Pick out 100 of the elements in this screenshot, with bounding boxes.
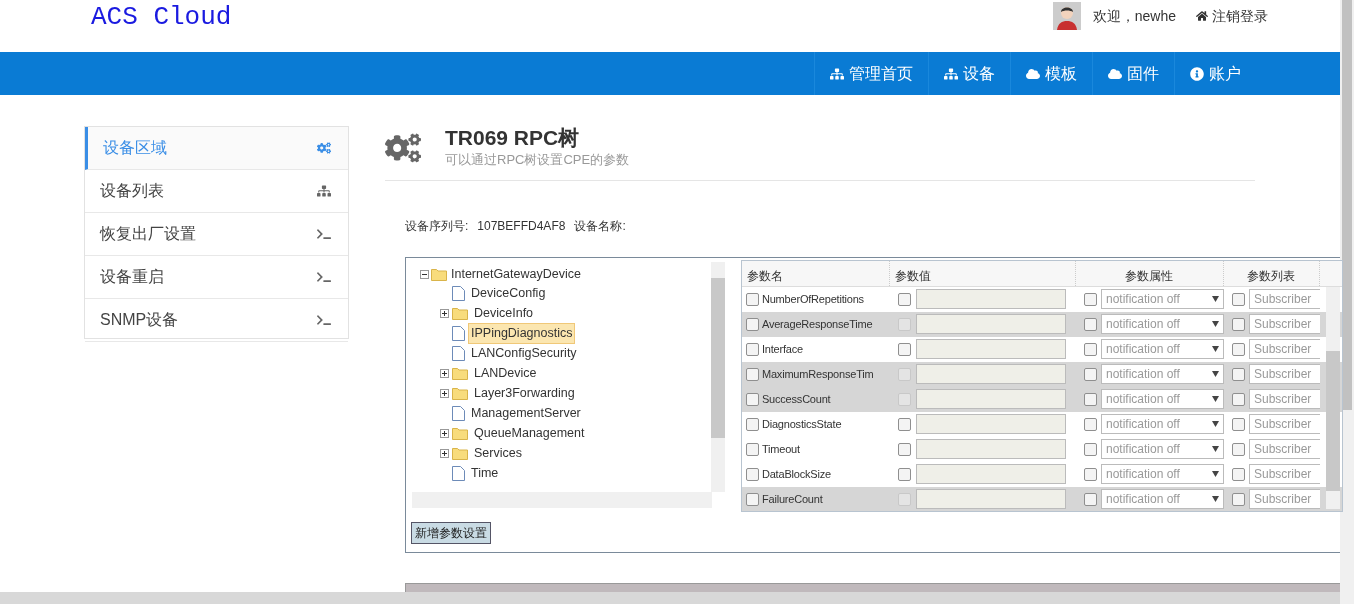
expand-icon[interactable] — [440, 429, 449, 438]
access-select[interactable]: Subscriber — [1248, 289, 1320, 309]
access-select[interactable]: Subscriber — [1248, 389, 1320, 409]
checkbox[interactable] — [745, 392, 759, 406]
folder-icon — [452, 367, 468, 380]
nav-item[interactable]: 设备 — [928, 52, 1010, 95]
nav-item[interactable]: 账户 — [1174, 52, 1256, 95]
value-field[interactable] — [915, 339, 1066, 359]
checkbox[interactable] — [745, 292, 759, 306]
checkbox[interactable] — [897, 292, 911, 306]
tree-node[interactable]: Layer3Forwarding — [471, 383, 578, 404]
checkbox[interactable] — [745, 467, 759, 481]
checkbox[interactable] — [745, 342, 759, 356]
nav-item[interactable]: 固件 — [1092, 52, 1174, 95]
sidebar-item[interactable]: 设备区域 — [85, 127, 348, 170]
access-select[interactable]: Subscriber — [1248, 489, 1320, 509]
sidebar-item[interactable]: 恢复出厂设置 — [85, 213, 348, 256]
tree-node[interactable]: DeviceConfig — [468, 283, 549, 304]
checkbox[interactable] — [1231, 367, 1245, 381]
tree-node[interactable]: LANDevice — [471, 363, 540, 384]
access-select[interactable]: Subscriber — [1248, 414, 1320, 434]
notification-select[interactable]: notification off — [1100, 489, 1224, 509]
checkbox[interactable] — [745, 367, 759, 381]
expand-icon[interactable] — [440, 369, 449, 378]
page-horizontal-scrollbar[interactable] — [0, 592, 1340, 604]
value-field[interactable] — [915, 389, 1066, 409]
value-field[interactable] — [915, 439, 1066, 459]
nav-item[interactable]: 管理首页 — [814, 52, 928, 95]
value-field[interactable] — [915, 364, 1066, 384]
checkbox[interactable] — [897, 417, 911, 431]
value-field[interactable] — [915, 414, 1066, 434]
checkbox[interactable] — [1083, 467, 1097, 481]
tree-node[interactable]: LANConfigSecurity — [468, 343, 580, 364]
notification-select[interactable]: notification off — [1100, 389, 1224, 409]
tree-node[interactable]: Services — [471, 443, 525, 464]
access-select[interactable]: Subscriber — [1248, 314, 1320, 334]
notification-select[interactable]: notification off — [1100, 464, 1224, 484]
sidebar-item[interactable]: 设备重启 — [85, 256, 348, 299]
tree-node[interactable]: DeviceInfo — [471, 303, 537, 324]
page-title: TR069 RPC树 — [445, 126, 581, 150]
vertical-scrollbar[interactable] — [710, 261, 725, 492]
notification-select[interactable]: notification off — [1100, 314, 1224, 334]
checkbox[interactable] — [1231, 467, 1245, 481]
access-select[interactable]: Subscriber — [1248, 364, 1320, 384]
checkbox[interactable] — [1231, 492, 1245, 506]
checkbox[interactable] — [897, 392, 911, 406]
nav-item[interactable]: 模板 — [1010, 52, 1092, 95]
checkbox[interactable] — [1231, 342, 1245, 356]
tree-node[interactable]: Time — [468, 463, 502, 484]
checkbox[interactable] — [897, 492, 911, 506]
sidebar-item[interactable]: SNMP设备 — [85, 299, 348, 342]
value-field[interactable] — [915, 489, 1066, 509]
tree-node[interactable]: InternetGatewayDevice — [449, 265, 583, 284]
checkbox[interactable] — [1083, 417, 1097, 431]
value-field[interactable] — [915, 289, 1066, 309]
logout-link[interactable]: 注销登录 — [1196, 5, 1268, 27]
checkbox[interactable] — [1083, 392, 1097, 406]
checkbox[interactable] — [1083, 367, 1097, 381]
tree-node[interactable]: ManagementServer — [468, 403, 584, 424]
checkbox[interactable] — [745, 417, 759, 431]
notification-select[interactable]: notification off — [1100, 414, 1224, 434]
notification-select[interactable]: notification off — [1100, 364, 1224, 384]
access-select[interactable]: Subscriber — [1248, 439, 1320, 459]
checkbox[interactable] — [1231, 317, 1245, 331]
expand-icon[interactable] — [440, 449, 449, 458]
checkbox[interactable] — [897, 317, 911, 331]
checkbox[interactable] — [745, 492, 759, 506]
checkbox[interactable] — [1231, 442, 1245, 456]
expand-icon[interactable] — [440, 389, 449, 398]
value-field[interactable] — [915, 464, 1066, 484]
terminal-icon — [317, 270, 331, 284]
checkbox[interactable] — [897, 467, 911, 481]
caret-icon — [1211, 371, 1219, 377]
checkbox[interactable] — [897, 442, 911, 456]
checkbox[interactable] — [1231, 292, 1245, 306]
tree-node[interactable]: IPPingDiagnostics — [468, 323, 576, 344]
access-select[interactable]: Subscriber — [1248, 339, 1320, 359]
tree-node[interactable]: QueueManagement — [471, 423, 588, 444]
checkbox[interactable] — [745, 317, 759, 331]
access-select[interactable]: Subscriber — [1248, 464, 1320, 484]
checkbox[interactable] — [1083, 292, 1097, 306]
checkbox[interactable] — [897, 367, 911, 381]
vertical-scrollbar[interactable] — [1326, 286, 1340, 509]
expand-icon[interactable] — [440, 309, 449, 318]
value-field[interactable] — [915, 314, 1066, 334]
column-header: 参数名 — [741, 260, 890, 286]
add-parameter-button[interactable]: 新增参数设置 — [411, 521, 491, 544]
checkbox[interactable] — [1083, 342, 1097, 356]
notification-select[interactable]: notification off — [1100, 439, 1224, 459]
checkbox[interactable] — [1231, 417, 1245, 431]
notification-select[interactable]: notification off — [1100, 339, 1224, 359]
sidebar-item[interactable]: 设备列表 — [85, 170, 348, 213]
notification-select[interactable]: notification off — [1100, 289, 1224, 309]
checkbox[interactable] — [1083, 317, 1097, 331]
checkbox[interactable] — [1231, 392, 1245, 406]
collapse-icon[interactable] — [420, 270, 429, 279]
checkbox[interactable] — [1083, 492, 1097, 506]
checkbox[interactable] — [745, 442, 759, 456]
checkbox[interactable] — [1083, 442, 1097, 456]
checkbox[interactable] — [897, 342, 911, 356]
